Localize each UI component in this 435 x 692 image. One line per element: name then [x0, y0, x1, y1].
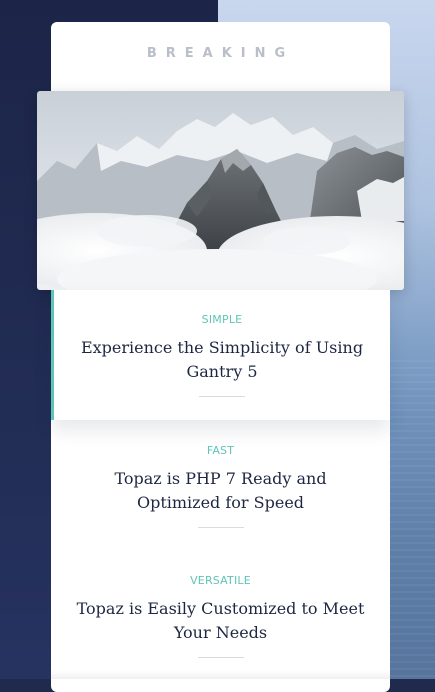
- article-divider: [199, 396, 245, 397]
- article-item-versatile[interactable]: VERSATILE Topaz is Easily Customized to …: [51, 550, 390, 675]
- article-tag: FAST: [206, 444, 235, 457]
- article-divider: [197, 527, 244, 528]
- article-tag: VERSATILE: [190, 574, 251, 587]
- article-title[interactable]: Topaz is PHP 7 Ready and Optimized for S…: [71, 467, 371, 515]
- article-tag: SIMPLE: [201, 313, 243, 326]
- article-title[interactable]: Topaz is Easily Customized to Meet Your …: [71, 597, 371, 645]
- card-bottom-shadow: [51, 670, 390, 679]
- article-title[interactable]: Experience the Simplicity of Using Gantr…: [72, 336, 372, 384]
- hero-image[interactable]: [37, 91, 404, 290]
- article-item-fast[interactable]: FAST Topaz is PHP 7 Ready and Optimized …: [51, 420, 390, 550]
- article-divider: [197, 657, 244, 658]
- article-item-simple[interactable]: SIMPLE Experience the Simplicity of Usin…: [51, 290, 390, 420]
- mountain-image: [37, 91, 404, 290]
- section-eyebrow: BREAKING: [146, 46, 295, 61]
